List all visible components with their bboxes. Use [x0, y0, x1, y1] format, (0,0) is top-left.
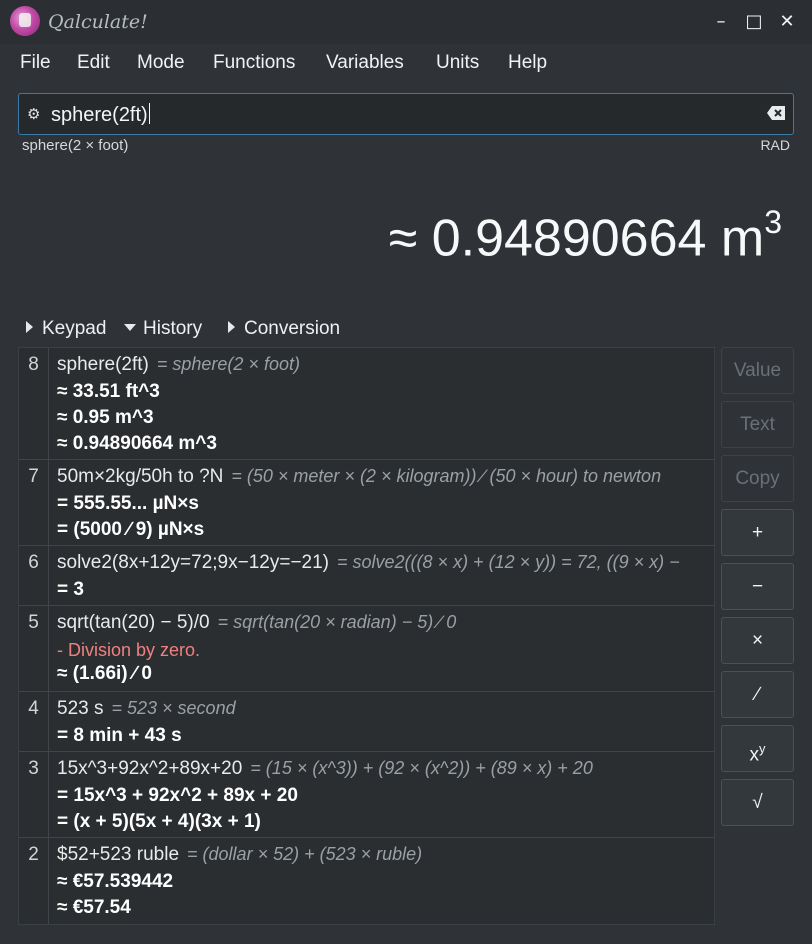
- entry-number: 3: [19, 752, 49, 837]
- conversion-toggle[interactable]: Conversion: [228, 318, 340, 340]
- entry-parsed: = sqrt(tan(20 × radian) − 5) ∕ 0: [217, 612, 457, 632]
- menu-bar: File Edit Mode Functions Variables Units…: [0, 44, 812, 80]
- entry-expression: sphere(2ft): [57, 354, 149, 375]
- entry-number: 8: [19, 348, 49, 459]
- text-cursor: [148, 103, 150, 124]
- history-list[interactable]: 8 sphere(2ft) = sphere(2 × foot) ≈ 33.51 …: [18, 347, 715, 925]
- entry-parsed: = solve2(((8 × x) + (12 × y)) = 72, ((9 …: [337, 552, 680, 572]
- conversion-toggle-label: Conversion: [244, 318, 341, 339]
- entry-result: ≈ €57.539442: [57, 871, 174, 892]
- history-entry[interactable]: 3 15x^3+92x^2+89x+20 = (15 × (x^3)) + (92…: [19, 752, 714, 838]
- insert-text-button[interactable]: Text: [721, 401, 794, 448]
- gear-icon[interactable]: ⚙: [27, 105, 40, 123]
- sqrt-button[interactable]: √: [721, 779, 794, 826]
- power-button[interactable]: xy: [721, 725, 794, 772]
- app-logo-icon: [10, 6, 40, 36]
- history-entry[interactable]: 6 solve2(8x+12y=72;9x−12y=−21) = solve2((…: [19, 546, 714, 606]
- maximize-button[interactable]: □: [742, 10, 766, 34]
- keypad-toggle[interactable]: Keypad: [26, 318, 106, 340]
- history-entry[interactable]: 7 50m×2kg/50h to ?N = (50 × meter × (2 × …: [19, 460, 714, 546]
- entry-number: 4: [19, 692, 49, 751]
- expression-value: sphere(2ft): [51, 104, 148, 126]
- entry-parsed: = sphere(2 × foot): [156, 354, 300, 374]
- entry-result: = 8 min + 43 s: [57, 725, 182, 746]
- entry-expression: 50m×2kg/50h to ?N: [57, 466, 224, 487]
- entry-parsed: = (dollar × 52) + (523 × ruble): [187, 844, 423, 864]
- menu-file[interactable]: File: [20, 52, 51, 74]
- power-exponent-label: y: [759, 741, 766, 756]
- power-base-label: x: [749, 744, 760, 766]
- history-entry[interactable]: 5 sqrt(tan(20) − 5)/0 = sqrt(tan(20 × rad…: [19, 606, 714, 692]
- add-button[interactable]: +: [721, 509, 794, 556]
- copy-button[interactable]: Copy: [721, 455, 794, 502]
- multiply-button[interactable]: ×: [721, 617, 794, 664]
- entry-result: ≈ 33.51 ft^3: [57, 381, 160, 402]
- parsed-expression: sphere(2 × foot): [22, 137, 129, 154]
- clear-icon[interactable]: [767, 106, 785, 120]
- menu-mode[interactable]: Mode: [137, 52, 185, 74]
- entry-expression: $52+523 ruble: [57, 844, 180, 865]
- entry-result: = 15x^3 + 92x^2 + 89x + 20: [57, 785, 298, 806]
- entry-expression: sqrt(tan(20) − 5)/0: [57, 612, 210, 633]
- history-toggle[interactable]: History: [124, 318, 202, 340]
- expand-icon: [228, 321, 235, 333]
- history-entry[interactable]: 4 523 s = 523 × second = 8 min + 43 s: [19, 692, 714, 752]
- history-entry[interactable]: 2 $52+523 ruble = (dollar × 52) + (523 × …: [19, 838, 714, 924]
- divide-button[interactable]: ∕: [721, 671, 794, 718]
- window-title: Qalculate!: [48, 11, 148, 33]
- result-value: ≈ 0.94890664 m: [388, 209, 765, 268]
- entry-expression: 15x^3+92x^2+89x+20: [57, 758, 243, 779]
- minimize-button[interactable]: –: [709, 10, 733, 34]
- entry-result: = (x + 5)(5x + 4)(3x + 1): [57, 811, 261, 832]
- menu-units[interactable]: Units: [436, 52, 479, 74]
- entry-result: ≈ (1.66i) ∕ 0: [57, 663, 152, 684]
- menu-edit[interactable]: Edit: [77, 52, 110, 74]
- entry-number: 5: [19, 606, 49, 691]
- entry-expression: 523 s: [57, 698, 104, 719]
- entry-number: 7: [19, 460, 49, 545]
- entry-parsed: = (15 × (x^3)) + (92 × (x^2)) + (89 × x)…: [250, 758, 593, 778]
- entry-number: 6: [19, 546, 49, 605]
- entry-result: = 3: [57, 579, 84, 600]
- entry-result: ≈ €57.54: [57, 897, 131, 918]
- section-toggles: Keypad History Conversion: [26, 318, 726, 342]
- history-toggle-label: History: [143, 318, 203, 339]
- result-exponent: 3: [764, 204, 782, 240]
- history-entry[interactable]: 8 sphere(2ft) = sphere(2 × foot) ≈ 33.51 …: [19, 348, 714, 460]
- entry-result: ≈ 0.94890664 m^3: [57, 433, 217, 454]
- subtract-button[interactable]: −: [721, 563, 794, 610]
- entry-number: 2: [19, 838, 49, 924]
- collapse-icon: [124, 324, 136, 331]
- keypad-toggle-label: Keypad: [42, 318, 107, 339]
- close-button[interactable]: ✕: [775, 10, 799, 34]
- menu-variables[interactable]: Variables: [326, 52, 404, 74]
- menu-help[interactable]: Help: [508, 52, 547, 74]
- expression-input[interactable]: ⚙ sphere(2ft): [18, 93, 794, 135]
- entry-result: = (5000 ∕ 9) µN×s: [57, 519, 205, 540]
- title-bar: Qalculate! – □ ✕: [0, 0, 812, 44]
- insert-value-button[interactable]: Value: [721, 347, 794, 394]
- angle-mode-indicator[interactable]: RAD: [760, 137, 790, 153]
- entry-expression: solve2(8x+12y=72;9x−12y=−21): [57, 552, 330, 573]
- entry-parsed: = (50 × meter × (2 × kilogram)) ∕ (50 × …: [231, 466, 662, 486]
- entry-parsed: = 523 × second: [111, 698, 236, 718]
- entry-result: = 555.55... µN×s: [57, 493, 199, 514]
- result-display: ≈ 0.94890664 m3: [388, 204, 782, 268]
- expand-icon: [26, 321, 33, 333]
- entry-result: ≈ 0.95 m^3: [57, 407, 154, 428]
- menu-functions[interactable]: Functions: [213, 52, 295, 74]
- entry-error-message: - Division by zero.: [57, 640, 201, 660]
